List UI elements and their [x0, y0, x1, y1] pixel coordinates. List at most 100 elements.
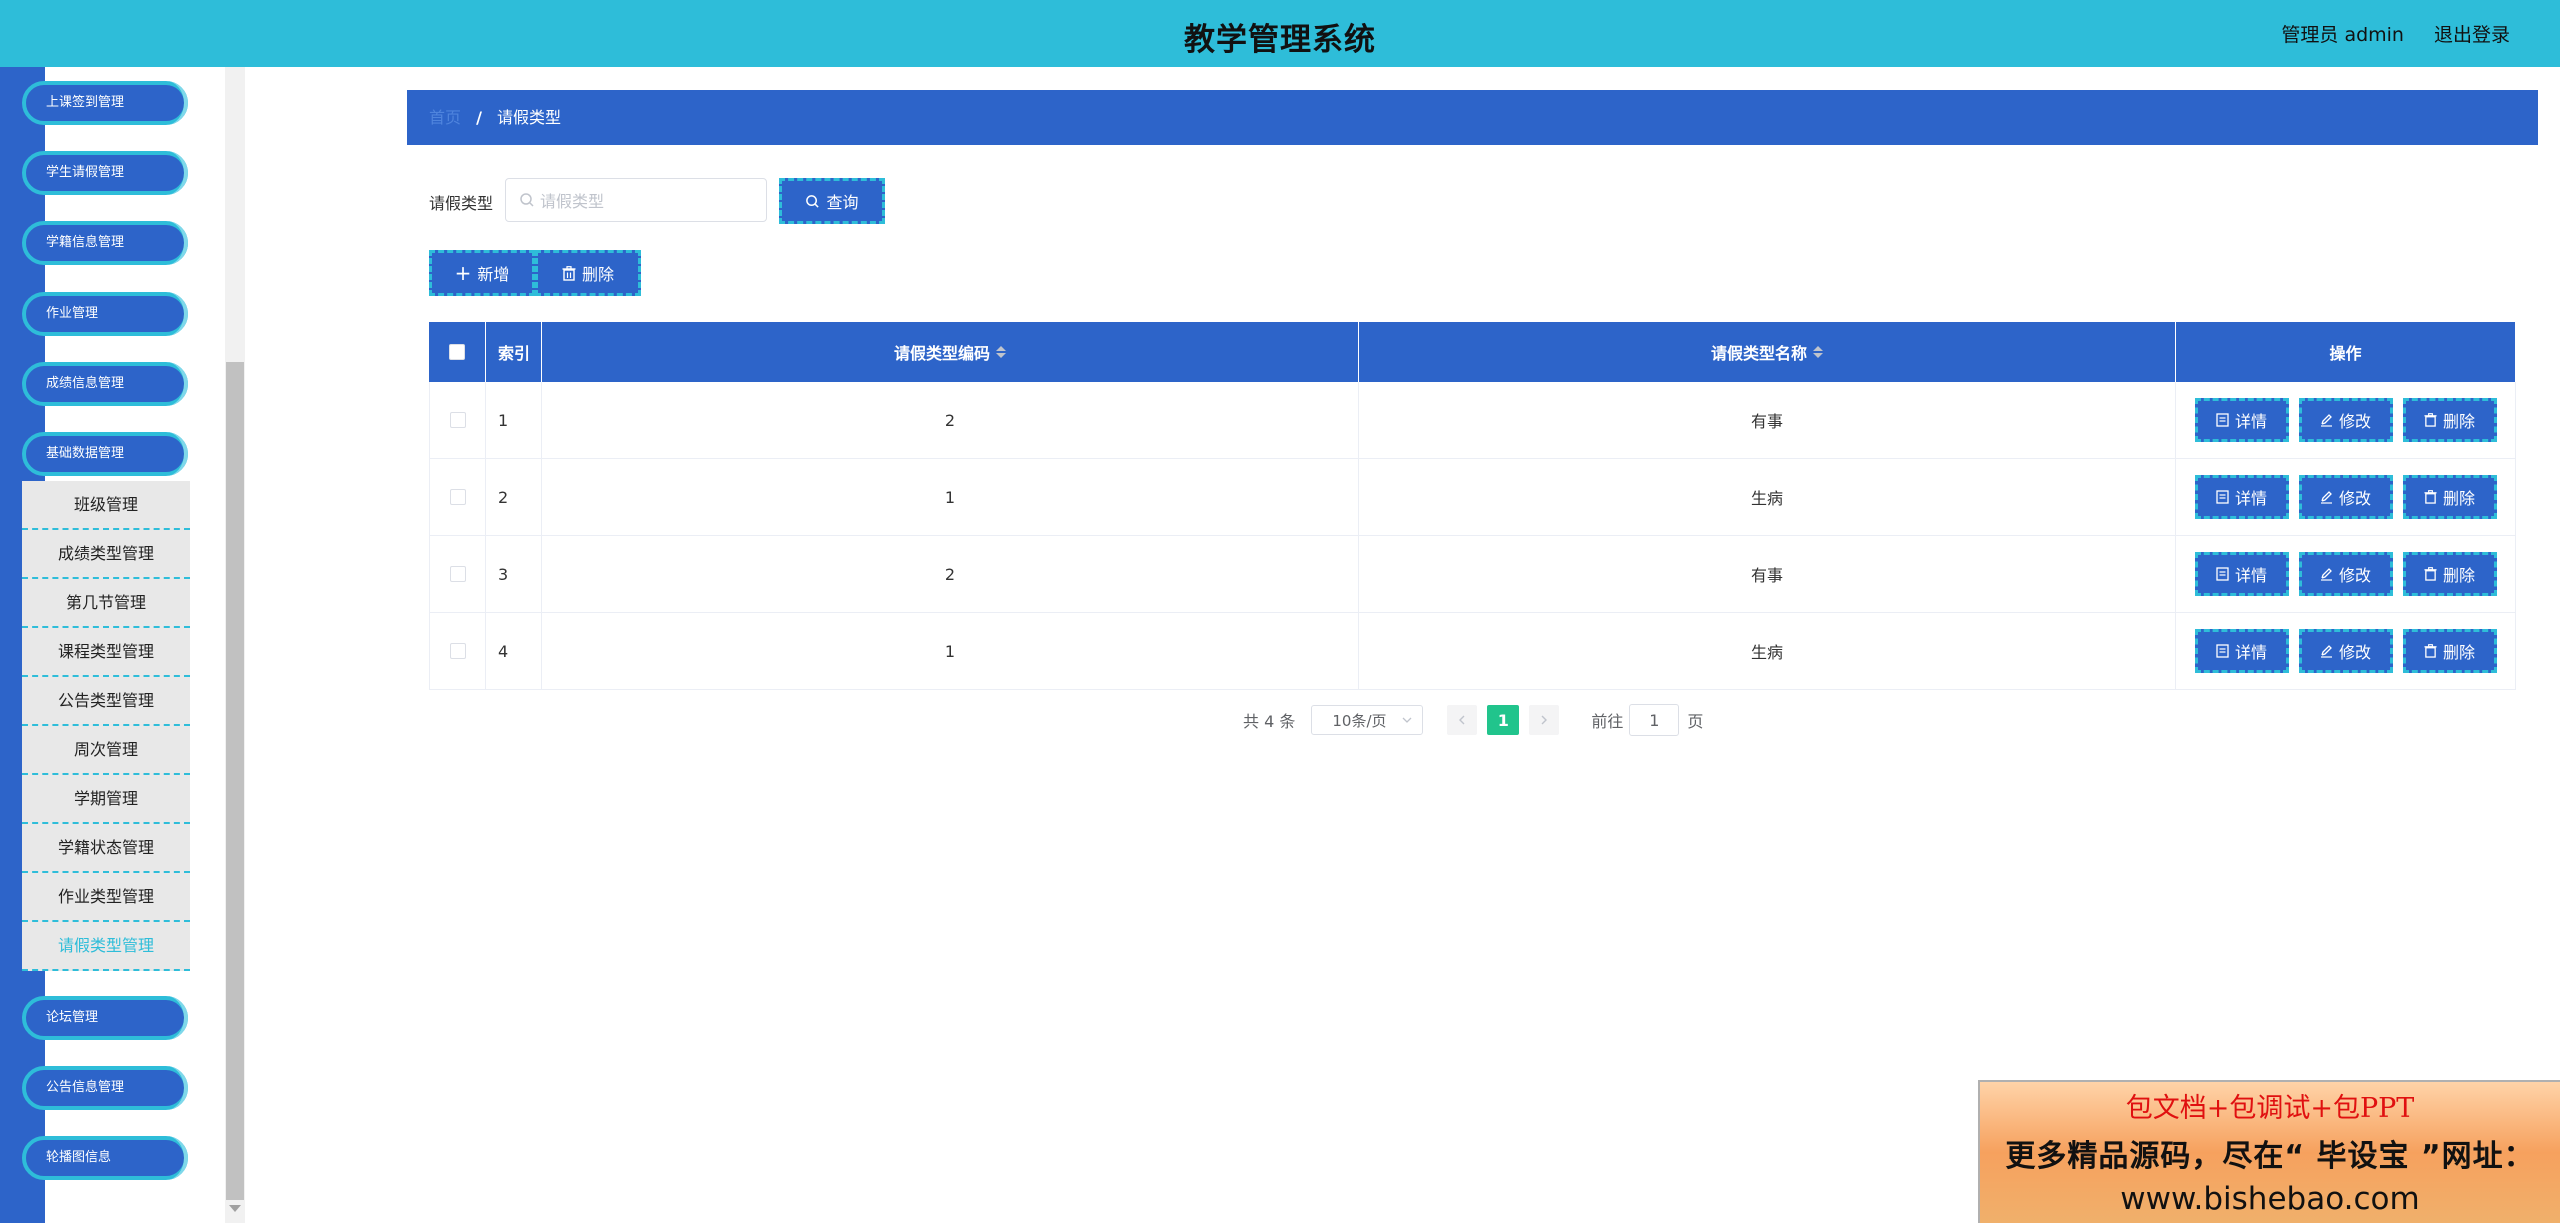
detail-button[interactable]: 详情 — [2194, 552, 2289, 596]
user-area: 管理员 admin 退出登录 — [2281, 20, 2510, 47]
document-icon — [2216, 413, 2229, 427]
row-delete-button-label: 删除 — [2442, 412, 2475, 431]
sidebar-item-notices[interactable]: 公告信息管理 — [22, 1066, 188, 1110]
document-icon — [2216, 644, 2229, 658]
submenu-item-notice-type[interactable]: 公告类型管理 — [22, 677, 190, 726]
edit-button-label: 修改 — [2338, 566, 2371, 585]
sidebar-item-homework[interactable]: 作业管理 — [22, 292, 188, 336]
pagination: 共 4 条 10条/页 1 前往 页 — [1243, 704, 1703, 736]
edit-button[interactable]: 修改 — [2298, 475, 2393, 519]
row-checkbox-cell — [429, 613, 486, 689]
detail-button-label: 详情 — [2234, 489, 2267, 508]
query-button[interactable]: 查询 — [779, 178, 885, 224]
col-name[interactable]: 请假类型名称 — [1359, 322, 2176, 382]
submenu-item-period[interactable]: 第几节管理 — [22, 579, 190, 628]
submenu-item-homework-type[interactable]: 作业类型管理 — [22, 873, 190, 922]
sidebar-item-grades[interactable]: 成绩信息管理 — [22, 362, 188, 406]
row-delete-button[interactable]: 删除 — [2402, 398, 2497, 442]
row-code: 1 — [542, 613, 1359, 689]
admin-user-label[interactable]: 管理员 admin — [2281, 20, 2404, 47]
edit-button[interactable]: 修改 — [2298, 398, 2393, 442]
breadcrumb: 首页 / 请假类型 — [407, 90, 2538, 145]
sidebar-item-student-leave[interactable]: 学生请假管理 — [22, 151, 188, 195]
goto-prefix: 前往 — [1591, 712, 1624, 731]
row-delete-button[interactable]: 删除 — [2402, 629, 2497, 673]
row-index: 4 — [486, 613, 542, 689]
row-checkbox[interactable] — [449, 489, 466, 505]
search-input[interactable] — [540, 189, 755, 213]
goto-page-input[interactable] — [1629, 704, 1680, 736]
col-index: 索引 — [486, 322, 542, 382]
goto-suffix: 页 — [1687, 712, 1704, 731]
trash-icon — [2424, 567, 2437, 581]
table-body: 1 2 有事 详情 修改 删除 2 1 生病 详情 修改 删除 3 2 有事 详情 修改 删除 4 1 生病 详情 修改 删除 — [429, 382, 2516, 690]
trash-icon — [2424, 413, 2437, 427]
promo-line-1: 包文档+包调试+包PPT — [2125, 1093, 2415, 1124]
row-delete-button[interactable]: 删除 — [2402, 475, 2497, 519]
add-button[interactable]: + 新增 — [429, 250, 535, 296]
prev-page-button[interactable] — [1447, 705, 1478, 735]
sidebar-item-basic-data[interactable]: 基础数据管理 — [22, 432, 188, 476]
submenu-item-leave-type[interactable]: 请假类型管理 — [22, 922, 190, 971]
submenu-item-status-type[interactable]: 学籍状态管理 — [22, 824, 190, 873]
promo-line-3: www.bishebao.com — [2120, 1181, 2420, 1217]
breadcrumb-current: 请假类型 — [497, 108, 562, 127]
page-number-button[interactable]: 1 — [1487, 705, 1520, 735]
detail-button[interactable]: 详情 — [2194, 475, 2289, 519]
detail-button[interactable]: 详情 — [2194, 629, 2289, 673]
edit-button[interactable]: 修改 — [2298, 552, 2393, 596]
row-checkbox-cell — [429, 382, 486, 458]
query-button-label: 查询 — [826, 193, 859, 212]
top-bar: 教学管理系统 管理员 admin 退出登录 — [0, 0, 2560, 67]
delete-button[interactable]: 删除 — [535, 250, 641, 296]
breadcrumb-home[interactable]: 首页 — [429, 108, 461, 127]
leave-type-table: 索引 请假类型编码 请假类型名称 操作 1 2 有事 详情 修改 删除 2 1 生病 详情 修改 删除… — [429, 322, 2516, 690]
row-checkbox[interactable] — [449, 566, 466, 582]
edit-button-label: 修改 — [2338, 489, 2371, 508]
row-actions: 详情 修改 删除 — [2176, 382, 2516, 458]
sidebar-item-student-status[interactable]: 学籍信息管理 — [22, 221, 188, 265]
row-actions: 详情 修改 删除 — [2176, 459, 2516, 535]
row-code: 1 — [542, 459, 1359, 535]
logout-link[interactable]: 退出登录 — [2434, 20, 2510, 47]
row-delete-button[interactable]: 删除 — [2402, 552, 2497, 596]
next-page-button[interactable] — [1529, 705, 1560, 735]
delete-button-label: 删除 — [581, 265, 614, 284]
row-name: 生病 — [1359, 459, 2176, 535]
detail-button[interactable]: 详情 — [2194, 398, 2289, 442]
sidebar-scroll-thumb[interactable] — [226, 362, 244, 1200]
row-index: 2 — [486, 459, 542, 535]
col-code[interactable]: 请假类型编码 — [542, 322, 1359, 382]
submenu-item-grade-type[interactable]: 成绩类型管理 — [22, 530, 190, 579]
select-all-checkbox[interactable] — [449, 344, 465, 360]
col-name-label: 请假类型名称 — [1710, 344, 1807, 363]
table-row: 2 1 生病 详情 修改 删除 — [429, 459, 2516, 536]
submenu-item-class[interactable]: 班级管理 — [22, 481, 190, 530]
sidebar-item-forum[interactable]: 论坛管理 — [22, 996, 188, 1040]
add-button-label: 新增 — [477, 265, 510, 284]
sidebar-item-carousel[interactable]: 轮播图信息 — [22, 1136, 188, 1180]
sort-icon[interactable] — [996, 346, 1006, 358]
sidebar-item-checkin[interactable]: 上课签到管理 — [22, 81, 188, 125]
table-row: 4 1 生病 详情 修改 删除 — [429, 613, 2516, 690]
row-delete-button-label: 删除 — [2442, 489, 2475, 508]
row-checkbox[interactable] — [449, 412, 466, 428]
pagination-total: 共 4 条 — [1243, 712, 1296, 731]
page-size-select[interactable]: 10条/页 — [1311, 705, 1424, 735]
select-all-cell — [429, 322, 486, 382]
pencil-icon — [2320, 491, 2332, 504]
submenu-item-week[interactable]: 周次管理 — [22, 726, 190, 775]
promo-banner: 包文档+包调试+包PPT 更多精品源码，尽在“ 毕设宝 ”网址： www.bis… — [1978, 1080, 2560, 1223]
pencil-icon — [2320, 568, 2332, 581]
row-checkbox[interactable] — [449, 643, 466, 659]
row-delete-button-label: 删除 — [2442, 566, 2475, 585]
submenu-item-semester[interactable]: 学期管理 — [22, 775, 190, 824]
row-index: 3 — [486, 536, 542, 612]
chevron-left-icon — [1459, 715, 1465, 725]
edit-button[interactable]: 修改 — [2298, 629, 2393, 673]
detail-button-label: 详情 — [2234, 643, 2267, 662]
scroll-down-arrow-icon[interactable] — [229, 1205, 241, 1212]
sort-icon[interactable] — [1813, 346, 1823, 358]
search-field[interactable] — [505, 178, 767, 222]
submenu-item-course-type[interactable]: 课程类型管理 — [22, 628, 190, 677]
